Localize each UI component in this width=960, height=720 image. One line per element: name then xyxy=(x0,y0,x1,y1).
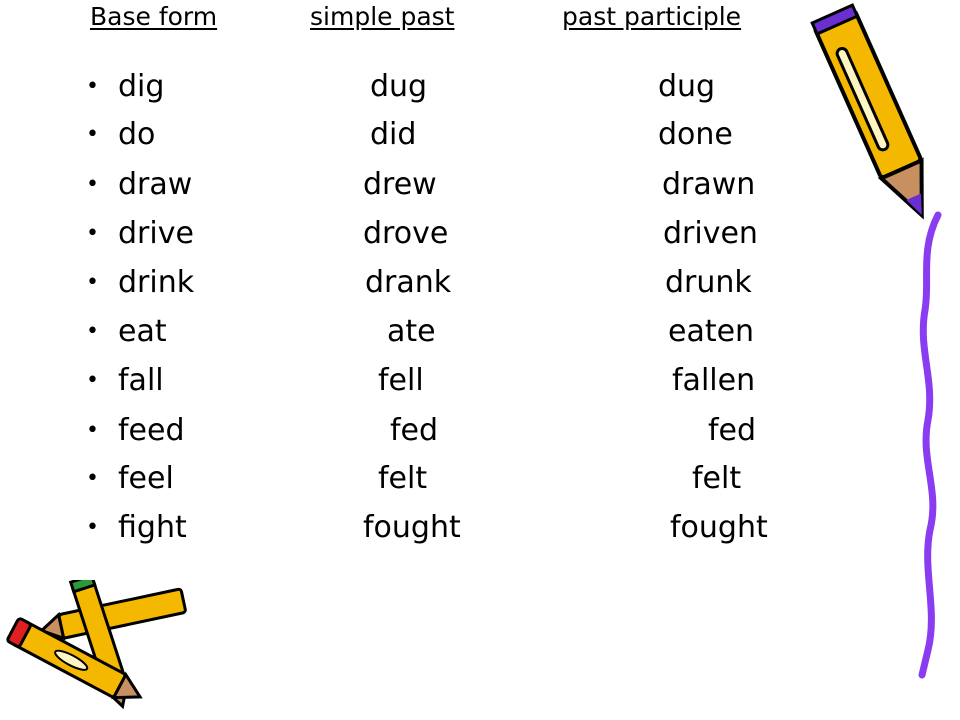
bullet: • xyxy=(86,122,99,147)
past-participle: drawn xyxy=(662,167,756,202)
past-participle: driven xyxy=(663,216,758,251)
base-form: fight xyxy=(118,510,187,545)
past-participle: felt xyxy=(692,461,742,496)
crossed-pencils-icon xyxy=(6,580,187,710)
simple-past: dug xyxy=(370,69,428,104)
bullet: • xyxy=(86,74,99,99)
past-participle: dug xyxy=(658,69,716,104)
base-form: feel xyxy=(118,461,174,496)
base-form: dig xyxy=(118,69,165,104)
simple-past: felt xyxy=(378,461,428,496)
bullet: • xyxy=(86,319,99,344)
decorative-line xyxy=(918,211,942,679)
past-participle: fed xyxy=(708,413,757,448)
past-participle: fought xyxy=(670,510,768,545)
base-form: drink xyxy=(118,265,195,300)
simple-past: drove xyxy=(363,216,449,251)
base-form: draw xyxy=(118,167,193,202)
past-participle: done xyxy=(658,117,733,152)
simple-past: fed xyxy=(390,413,439,448)
bullet: • xyxy=(86,515,99,540)
simple-past: drew xyxy=(363,167,437,202)
base-form: eat xyxy=(118,314,167,349)
bullet: • xyxy=(86,418,99,443)
simple-past: drank xyxy=(365,265,452,300)
base-form: do xyxy=(118,117,156,152)
bullet: • xyxy=(86,221,99,246)
header-past-participle: past participle xyxy=(562,2,742,31)
past-participle: fallen xyxy=(672,363,756,398)
simple-past: did xyxy=(370,117,417,152)
base-form: drive xyxy=(118,216,194,251)
past-participle: eaten xyxy=(668,314,755,349)
pencil-icon xyxy=(810,3,924,220)
simple-past: fought xyxy=(363,510,461,545)
simple-past: fell xyxy=(378,363,424,398)
header-base-form: Base form xyxy=(90,2,218,31)
bullet: • xyxy=(86,466,99,491)
past-participle: drunk xyxy=(665,265,752,300)
bullet: • xyxy=(86,368,99,393)
bullet: • xyxy=(86,270,99,295)
simple-past: ate xyxy=(387,314,436,349)
bullet: • xyxy=(86,172,99,197)
base-form: fall xyxy=(118,363,164,398)
header-simple-past: simple past xyxy=(310,2,455,31)
base-form: feed xyxy=(118,413,185,448)
